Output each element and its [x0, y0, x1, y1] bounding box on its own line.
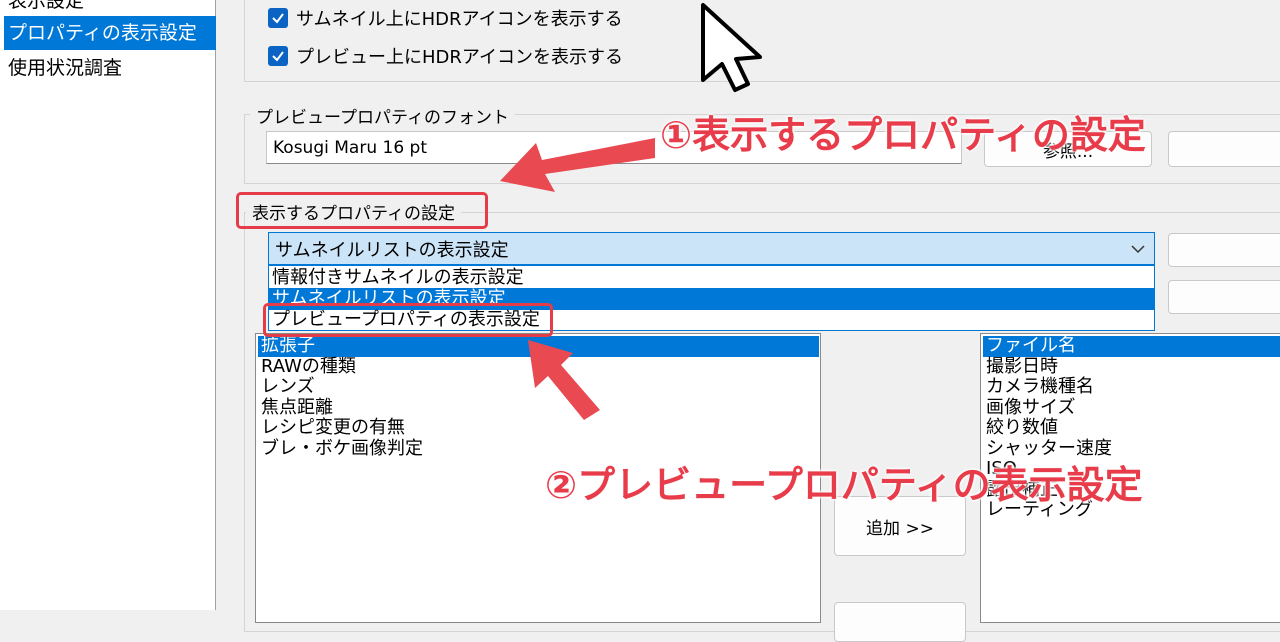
- annotation-arrow-2: [528, 340, 600, 420]
- annotation-arrow-1: [500, 138, 655, 192]
- annotation-step-1: ①表示するプロパティの設定: [660, 113, 1146, 157]
- annotation-step-2: ②プレビュープロパティの表示設定: [545, 463, 1143, 507]
- cursor-icon: [701, 3, 762, 92]
- annotation-arrows: [500, 3, 762, 420]
